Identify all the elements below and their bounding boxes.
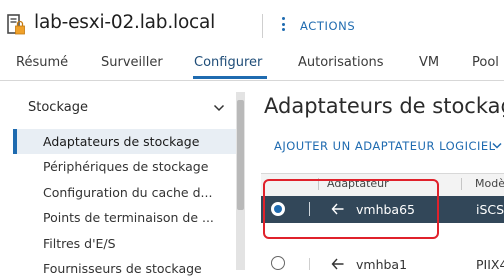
sidebar-group-stockage[interactable]: Stockage (28, 100, 88, 115)
kebab-menu-icon[interactable] (278, 17, 288, 33)
sidebar-item-filtres[interactable]: Filtres d'E/S (43, 236, 221, 251)
tabs-divider (0, 80, 504, 81)
chevron-down-icon[interactable] (492, 142, 502, 150)
tab-surveiller[interactable]: Surveiller (101, 55, 163, 70)
tab-autorisations[interactable]: Autorisations (298, 55, 384, 70)
chevron-down-icon[interactable] (213, 103, 225, 113)
tab-resume[interactable]: Résumé (16, 55, 68, 70)
host-title: lab-esxi-02.lab.local (34, 12, 216, 33)
actions-button[interactable]: ACTIONS (300, 19, 355, 33)
adapter-model: iSCS (476, 202, 504, 217)
header-divider (262, 14, 263, 38)
adapter-icon (331, 258, 344, 270)
sidebar-item-points-terminaison[interactable]: Points de terminaison de ... (43, 210, 221, 225)
sidebar-item-fournisseurs[interactable]: Fournisseurs de stockage (43, 261, 221, 276)
sidebar-item-peripheriques[interactable]: Périphériques de stockage (43, 159, 221, 174)
column-header-modele[interactable]: Modè (475, 177, 504, 190)
sidebar-item-adaptateurs[interactable]: Adaptateurs de stockage (43, 134, 221, 149)
tab-configurer[interactable]: Configurer (194, 55, 262, 70)
page-title: Adaptateurs de stockage (264, 94, 504, 118)
tab-pool[interactable]: Pool (472, 55, 499, 70)
highlight-annotation (263, 179, 439, 239)
add-software-adapter-button[interactable]: AJOUTER UN ADAPTATEUR LOGICIEL (274, 139, 496, 153)
tab-vm[interactable]: VM (419, 55, 439, 70)
sidebar-scrollbar-thumb[interactable] (237, 100, 244, 210)
column-divider[interactable] (461, 178, 462, 190)
row-radio[interactable] (271, 256, 285, 270)
sidebar-item-cache[interactable]: Configuration du cache d... (43, 185, 221, 200)
sidebar-active-indicator (13, 129, 17, 154)
host-lock-icon (7, 14, 25, 35)
cell-divider (309, 258, 310, 270)
active-tab-indicator (193, 76, 267, 79)
